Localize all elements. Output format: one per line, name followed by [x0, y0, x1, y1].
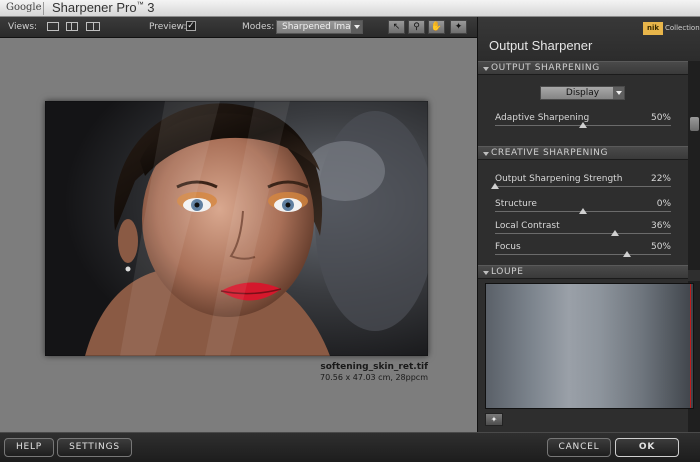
side-by-side-view-button[interactable]: [86, 22, 100, 31]
output-sharpening-label: OUTPUT SHARPENING: [491, 63, 600, 73]
mode-select-value: Sharpened Image: [282, 22, 362, 32]
zoom-tool-icon[interactable]: ⚲: [408, 20, 425, 34]
loupe-preview: [485, 283, 694, 409]
nik-collection-logo: nik Collection: [643, 22, 700, 35]
split-view-button[interactable]: [66, 22, 78, 31]
slider-track[interactable]: [495, 254, 671, 255]
output-type-select[interactable]: Display: [540, 86, 625, 100]
image-dimensions: 70.56 x 47.03 cm, 28ppcm: [320, 373, 428, 382]
image-filename: softening_skin_ret.tif: [320, 362, 428, 372]
slider-label: Focus: [495, 242, 521, 252]
structure-slider[interactable]: Structure 0%: [495, 199, 671, 215]
slider-thumb[interactable]: [491, 183, 499, 189]
preview-canvas[interactable]: softening_skin_ret.tif 70.56 x 47.03 cm,…: [0, 38, 477, 432]
slider-value: 50%: [650, 113, 671, 123]
pin-tool-icon[interactable]: ✦: [450, 20, 467, 34]
single-view-button[interactable]: [47, 22, 59, 31]
preview-label: Preview:: [149, 22, 187, 32]
pointer-tool-icon[interactable]: ↖: [388, 20, 405, 34]
slider-label: Local Contrast: [495, 221, 560, 231]
output-sharpening-strength-slider[interactable]: Output Sharpening Strength 22%: [491, 174, 671, 190]
modes-label: Modes:: [242, 22, 275, 32]
collapse-triangle-icon: [483, 271, 489, 275]
app-name: Sharpener Pro: [52, 0, 137, 15]
preview-checkbox[interactable]: ✓: [186, 21, 196, 31]
output-type-value: Display: [565, 88, 600, 98]
ok-button[interactable]: OK: [615, 438, 679, 457]
local-contrast-slider[interactable]: Local Contrast 36%: [495, 221, 671, 237]
nik-logo-mark: nik: [643, 22, 663, 35]
chevron-down-icon: [351, 21, 362, 33]
title-bar: Google Sharpener Pro™ 3: [0, 0, 700, 17]
bottom-bar: HELP SETTINGS CANCEL OK: [0, 432, 700, 462]
loupe-pin-icon[interactable]: ✦: [485, 413, 503, 426]
slider-track[interactable]: [495, 186, 671, 187]
preview-toolbar: Views: Preview: ✓ Modes: Sharpened Image…: [0, 17, 477, 38]
chevron-down-icon: [613, 87, 624, 99]
slider-label: Adaptive Sharpening: [495, 113, 590, 123]
focus-slider[interactable]: Focus 50%: [495, 242, 671, 258]
collapse-triangle-icon: [483, 67, 489, 71]
adaptive-sharpening-slider[interactable]: Adaptive Sharpening 50%: [495, 113, 671, 129]
slider-label: Structure: [495, 199, 537, 209]
slider-value: 36%: [650, 221, 671, 231]
loupe-label: LOUPE: [491, 267, 524, 277]
panel-scrollbar[interactable]: [688, 61, 700, 270]
app-trademark: ™: [136, 1, 144, 9]
collection-label: Collection: [665, 24, 700, 32]
scrollbar-thumb[interactable]: [690, 117, 699, 131]
slider-value: 50%: [650, 242, 671, 252]
settings-button[interactable]: SETTINGS: [57, 438, 132, 457]
panel-header: Output Sharpener nik Collection: [478, 17, 700, 61]
slider-thumb[interactable]: [579, 122, 587, 128]
slider-value: 22%: [650, 174, 671, 184]
slider-thumb[interactable]: [579, 208, 587, 214]
mode-select[interactable]: Sharpened Image: [276, 20, 363, 34]
settings-panel: Output Sharpener nik Collection OUTPUT S…: [477, 17, 700, 432]
hand-tool-icon[interactable]: ✋: [428, 20, 445, 34]
slider-track[interactable]: [495, 233, 671, 234]
portrait-photo: [45, 101, 428, 356]
slider-label: Output Sharpening Strength: [495, 174, 623, 184]
creative-sharpening-header[interactable]: CREATIVE SHARPENING: [478, 146, 688, 160]
loupe-split-line: [690, 284, 691, 408]
cancel-button[interactable]: CANCEL: [547, 438, 611, 457]
output-sharpening-header[interactable]: OUTPUT SHARPENING: [478, 61, 688, 75]
app-version: 3: [147, 0, 155, 15]
slider-value: 0%: [656, 199, 671, 209]
slider-thumb[interactable]: [610, 230, 619, 236]
panel-title: Output Sharpener: [489, 38, 593, 53]
views-label: Views:: [8, 22, 38, 32]
help-button[interactable]: HELP: [4, 438, 54, 457]
collapse-triangle-icon: [483, 152, 489, 156]
slider-thumb[interactable]: [623, 251, 631, 257]
google-brand: Google: [6, 2, 42, 13]
title-separator: [43, 2, 44, 15]
app-title: Sharpener Pro™ 3: [52, 0, 154, 15]
creative-sharpening-label: CREATIVE SHARPENING: [491, 148, 609, 158]
loupe-header[interactable]: LOUPE: [478, 265, 688, 279]
preview-image: [45, 101, 428, 356]
